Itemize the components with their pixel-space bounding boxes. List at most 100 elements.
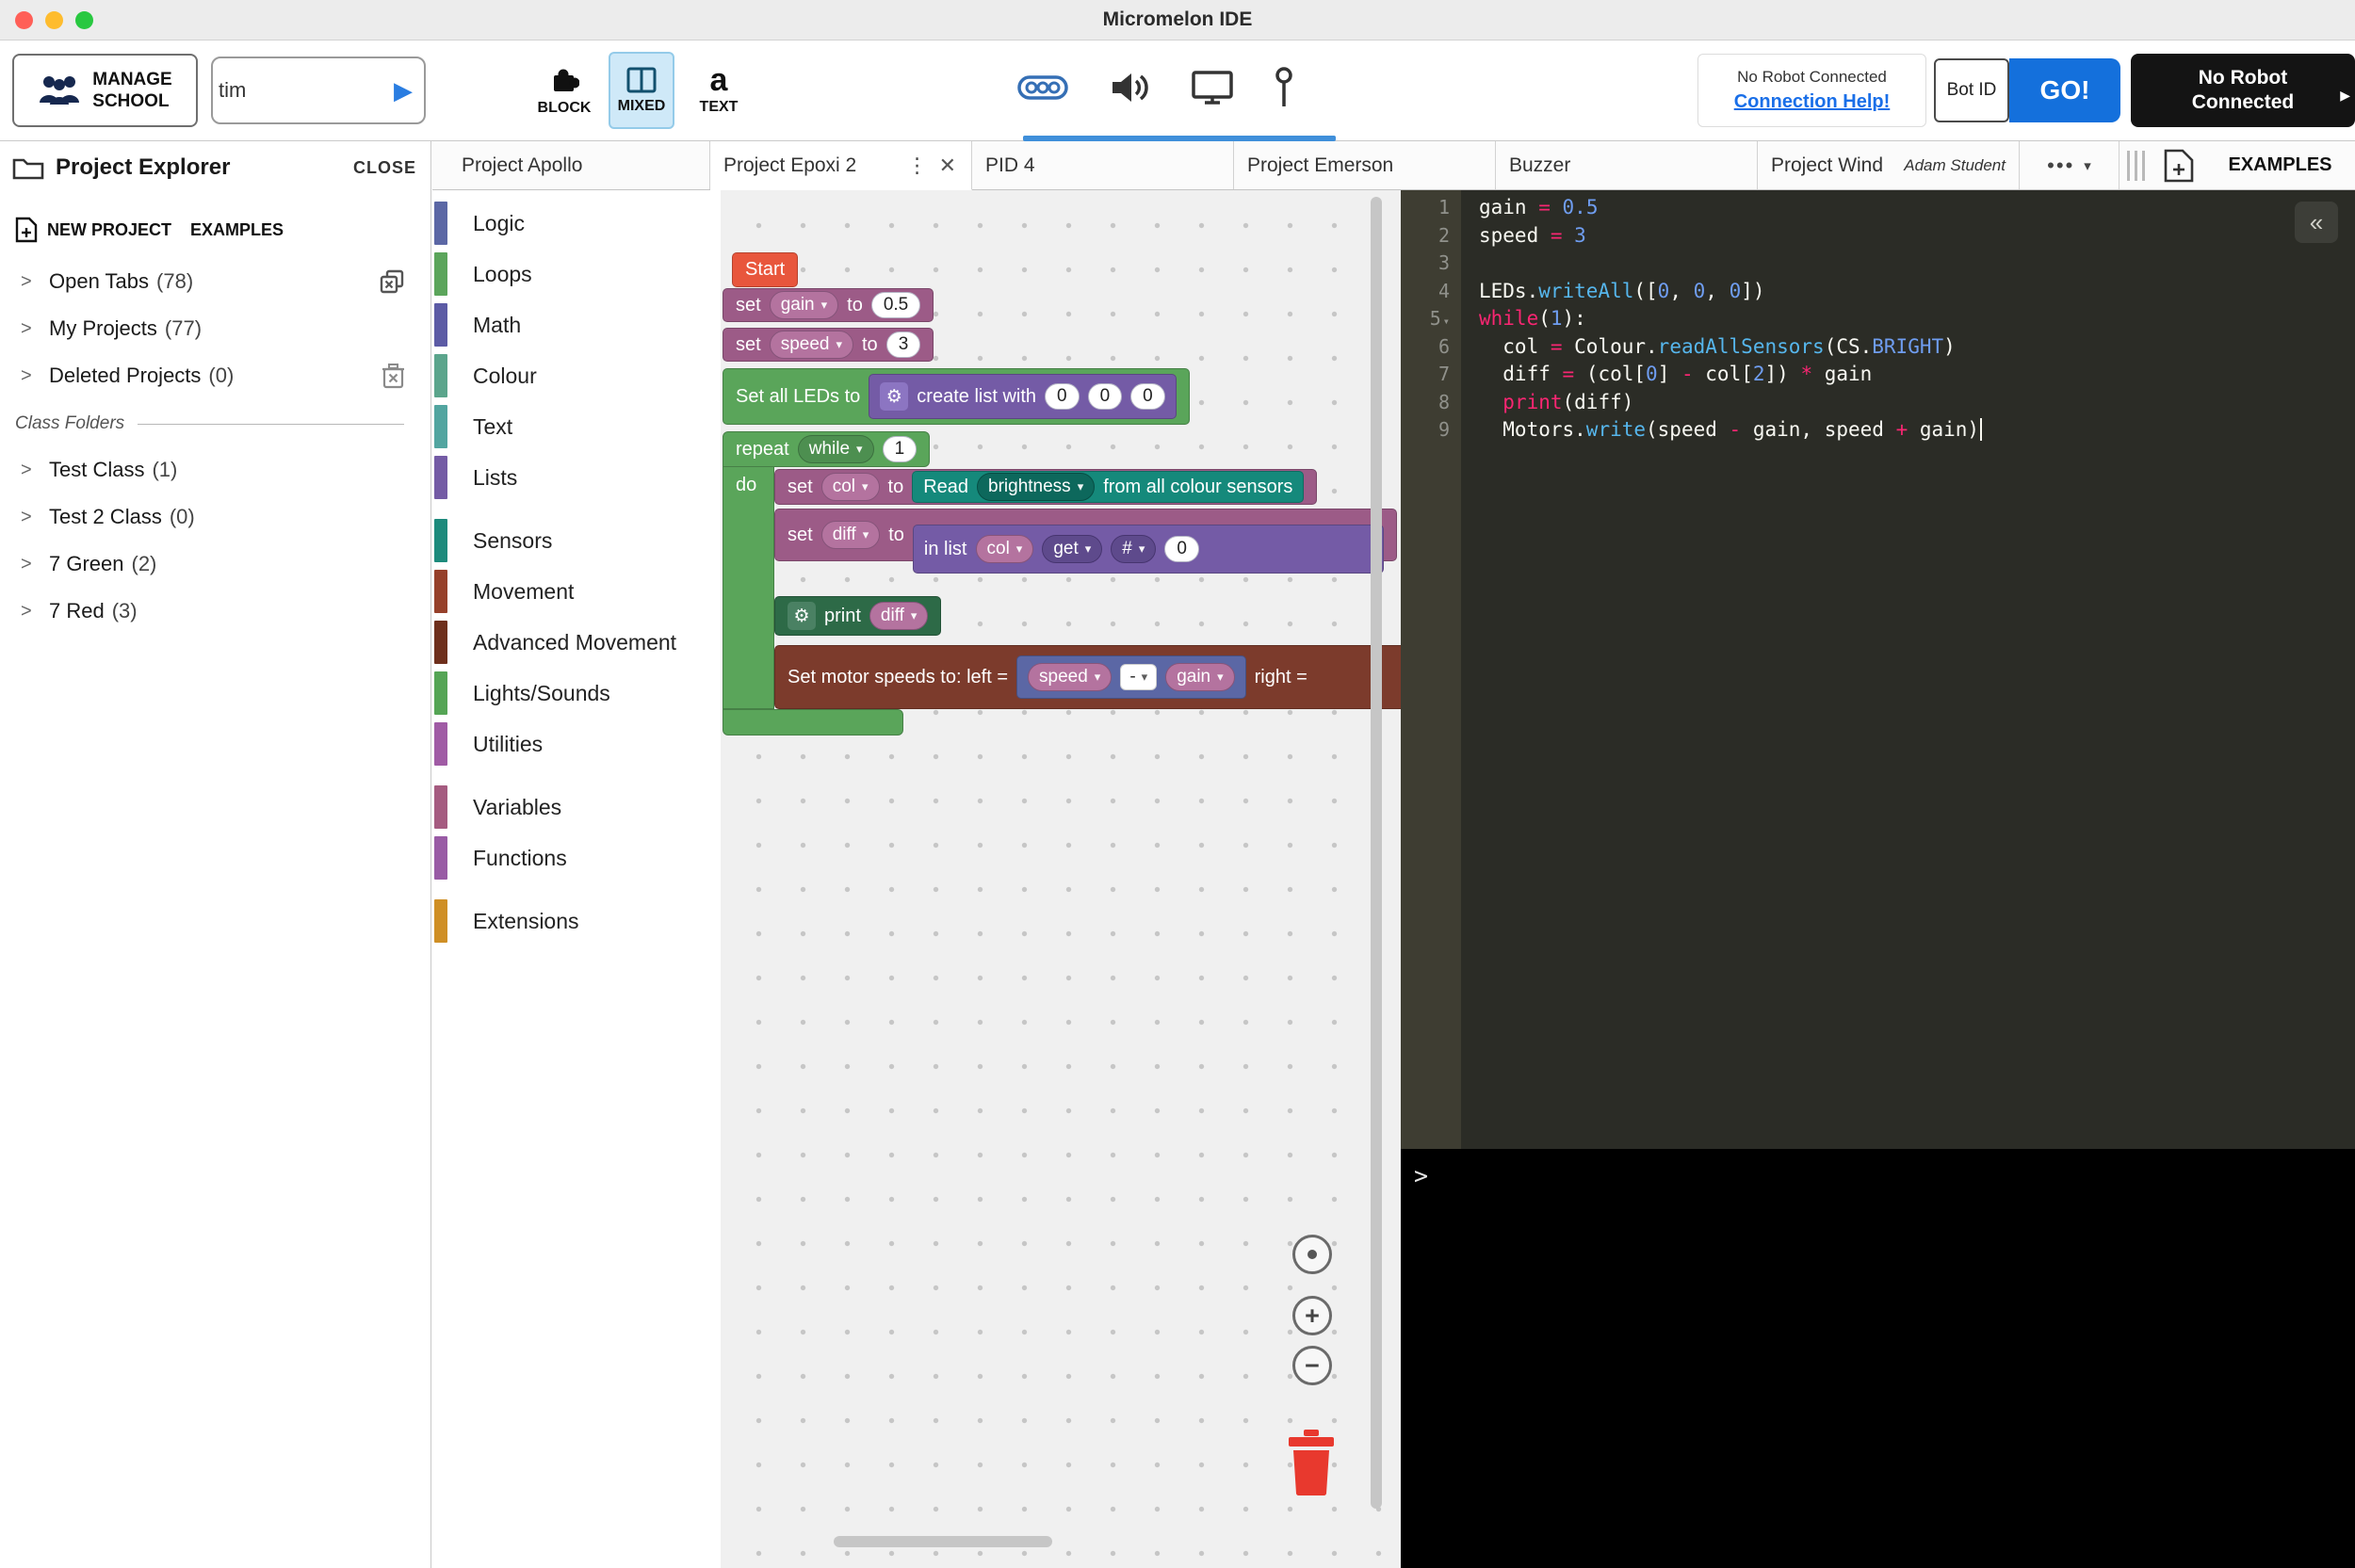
variable-dropdown-speed[interactable]: speed▾ <box>1028 663 1112 691</box>
tab-pid-4[interactable]: PID 4 <box>972 141 1234 189</box>
project-name-input[interactable] <box>219 78 394 103</box>
index-mode-dropdown[interactable]: #▾ <box>1111 535 1156 563</box>
tab-overflow-button[interactable]: •••▾ <box>2020 141 2120 189</box>
palette-category-advanced-movement[interactable]: Advanced Movement <box>432 617 721 668</box>
canvas-horizontal-scrollbar[interactable] <box>834 1536 1052 1547</box>
gear-icon[interactable]: ⚙ <box>880 382 908 411</box>
text-mode-button[interactable]: a TEXT <box>686 52 752 129</box>
palette-category-utilities[interactable]: Utilities <box>432 719 721 769</box>
variable-dropdown-gain[interactable]: gain▾ <box>770 291 838 319</box>
palette-category-movement[interactable]: Movement <box>432 566 721 617</box>
condition-field[interactable]: 1 <box>883 436 918 462</box>
zoom-reset-button[interactable] <box>1292 1235 1332 1274</box>
variable-dropdown-speed[interactable]: speed▾ <box>770 331 853 359</box>
class-folder-test-class[interactable]: >Test Class(1) <box>0 446 430 493</box>
maximize-window-button[interactable] <box>75 11 93 29</box>
number-field[interactable]: 3 <box>886 331 921 358</box>
connection-help-link[interactable]: Connection Help! <box>1734 91 1891 113</box>
new-tab-button[interactable] <box>2152 141 2205 189</box>
block-set-col[interactable]: set col▾ to Read brightness▾ from all co… <box>774 469 1317 505</box>
palette-category-sensors[interactable]: Sensors <box>432 515 721 566</box>
block-start[interactable]: Start <box>732 252 798 287</box>
terminal-console[interactable]: > <box>1401 1149 2355 1568</box>
tab-project-apollo[interactable]: Project Apollo <box>448 141 710 189</box>
palette-category-lights-sounds[interactable]: Lights/Sounds <box>432 668 721 719</box>
block-read-colour-sensors[interactable]: Read brightness▾ from all colour sensors <box>912 471 1304 503</box>
canvas-vertical-scrollbar[interactable] <box>1371 197 1382 1509</box>
variable-dropdown-diff[interactable]: diff▾ <box>869 602 929 630</box>
sidebar-item-my-projects[interactable]: >My Projects(77) <box>0 305 430 352</box>
panel-expand-icon[interactable]: ▶ <box>2340 83 2350 107</box>
collapse-editor-button[interactable]: « <box>2295 202 2338 243</box>
sidebar-item-deleted-projects[interactable]: >Deleted Projects(0) <box>0 352 430 399</box>
class-folder-7-red[interactable]: >7 Red(3) <box>0 588 430 635</box>
block-canvas[interactable]: Start set gain▾ to 0.5 set speed▾ to 3 S… <box>721 190 1401 1568</box>
variable-dropdown-diff[interactable]: diff▾ <box>821 521 881 549</box>
sidebar-examples-button[interactable]: EXAMPLES <box>190 220 284 240</box>
trash-close-icon[interactable] <box>382 364 405 389</box>
block-set-gain[interactable]: set gain▾ to 0.5 <box>723 288 934 322</box>
index-field[interactable]: 0 <box>1164 536 1199 562</box>
class-folder-test-2-class[interactable]: >Test 2 Class(0) <box>0 493 430 541</box>
zoom-out-button[interactable]: − <box>1292 1346 1332 1385</box>
close-sidebar-button[interactable]: CLOSE <box>353 158 418 178</box>
palette-category-colour[interactable]: Colour <box>432 350 721 401</box>
examples-button[interactable]: EXAMPLES <box>2205 141 2355 189</box>
class-folder-7-green[interactable]: >7 Green(2) <box>0 541 430 588</box>
variable-dropdown-gain[interactable]: gain▾ <box>1165 663 1234 691</box>
mixed-mode-button[interactable]: MIXED <box>609 52 674 129</box>
palette-category-lists[interactable]: Lists <box>432 452 721 503</box>
go-button[interactable]: GO! <box>2009 58 2120 122</box>
operator-dropdown[interactable]: -▾ <box>1120 664 1157 690</box>
light-pin-view-icon[interactable] <box>1275 67 1292 108</box>
fold-marker-icon[interactable]: ▾ <box>1443 315 1450 328</box>
palette-category-loops[interactable]: Loops <box>432 249 721 299</box>
block-in-list-get[interactable]: in list col▾ get▾ #▾ 0 <box>913 525 1384 574</box>
repeat-mode-dropdown[interactable]: while▾ <box>798 435 874 463</box>
gear-icon[interactable]: ⚙ <box>788 602 816 630</box>
tab-project-wind[interactable]: Project WindAdam Student <box>1758 141 2020 189</box>
palette-category-logic[interactable]: Logic <box>432 198 721 249</box>
block-print[interactable]: ⚙ print diff▾ <box>774 596 941 636</box>
code-editor[interactable]: 1gain = 0.52speed = 334LEDs.writeAll([0,… <box>1401 190 2355 1149</box>
block-create-list[interactable]: ⚙ create list with 0 0 0 <box>869 374 1176 419</box>
zoom-in-button[interactable]: + <box>1292 1296 1332 1335</box>
block-set-all-leds[interactable]: Set all LEDs to ⚙ create list with 0 0 0 <box>723 368 1190 425</box>
block-set-speed[interactable]: set speed▾ to 3 <box>723 328 934 362</box>
palette-category-functions[interactable]: Functions <box>432 832 721 883</box>
tab-project-emerson[interactable]: Project Emerson <box>1234 141 1496 189</box>
block-set-diff[interactable]: set diff▾ to in list col▾ get▾ #▾ 0 <box>774 509 1397 561</box>
robot-view-icon[interactable] <box>1017 71 1068 105</box>
block-mode-button[interactable]: BLOCK <box>531 52 597 129</box>
monitor-view-icon[interactable] <box>1191 70 1234 105</box>
duplicate-close-icon[interactable] <box>380 269 405 295</box>
bot-id-input[interactable]: Bot ID <box>1934 58 2009 122</box>
speaker-view-icon[interactable] <box>1110 70 1149 105</box>
repeat-block-spine[interactable] <box>723 466 774 709</box>
variable-dropdown-col[interactable]: col▾ <box>821 473 880 501</box>
manage-school-button[interactable]: MANAGE SCHOOL <box>12 54 198 127</box>
block-repeat-while-header[interactable]: repeat while▾ 1 <box>723 431 930 467</box>
palette-category-extensions[interactable]: Extensions <box>432 896 721 946</box>
list-item-field-1[interactable]: 0 <box>1088 383 1123 410</box>
palette-category-text[interactable]: Text <box>432 401 721 452</box>
repeat-block-footer[interactable] <box>723 709 903 736</box>
no-robot-connected-button[interactable]: No Robot Connected ▶ <box>2131 54 2355 127</box>
block-arithmetic[interactable]: speed▾ -▾ gain▾ <box>1016 655 1246 699</box>
palette-category-math[interactable]: Math <box>432 299 721 350</box>
number-field[interactable]: 0.5 <box>871 292 920 318</box>
sidebar-item-open-tabs[interactable]: >Open Tabs(78) <box>0 258 430 305</box>
block-set-motor-speeds[interactable]: Set motor speeds to: left = speed▾ -▾ ga… <box>774 645 1401 709</box>
variable-dropdown-col[interactable]: col▾ <box>976 535 1034 563</box>
new-project-button[interactable]: NEW PROJECT <box>15 217 171 243</box>
tab-close-icon[interactable]: ✕ <box>937 154 958 178</box>
get-mode-dropdown[interactable]: get▾ <box>1042 535 1102 563</box>
close-window-button[interactable] <box>15 11 33 29</box>
run-project-icon[interactable]: ▶ <box>394 76 413 105</box>
sensor-mode-dropdown[interactable]: brightness▾ <box>977 473 1095 501</box>
palette-category-variables[interactable]: Variables <box>432 782 721 832</box>
list-item-field-0[interactable]: 0 <box>1045 383 1080 410</box>
list-item-field-2[interactable]: 0 <box>1130 383 1165 410</box>
tab-buzzer[interactable]: Buzzer <box>1496 141 1758 189</box>
trash-button[interactable] <box>1286 1430 1337 1495</box>
